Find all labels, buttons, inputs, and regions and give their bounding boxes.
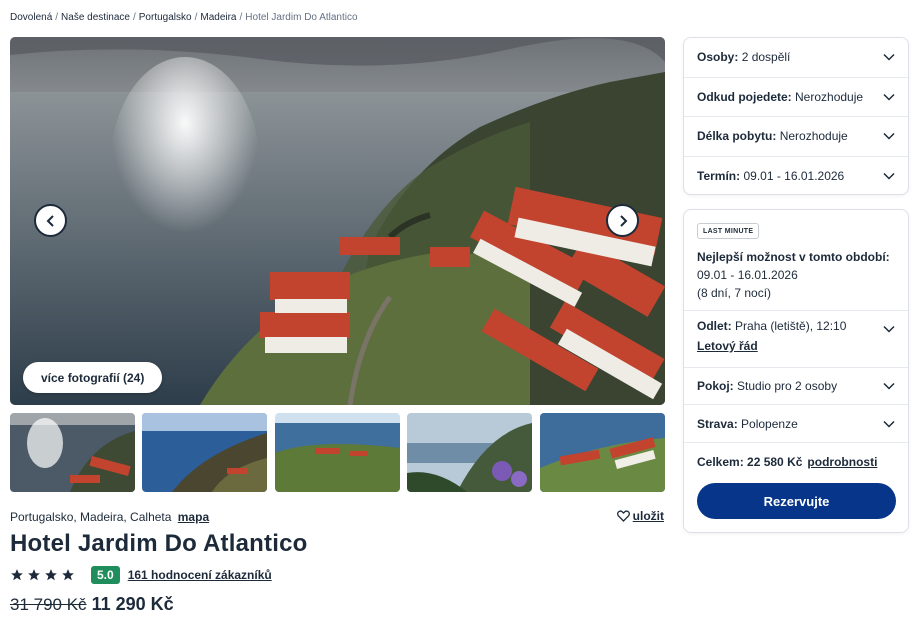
thumbnail-image [275, 413, 400, 492]
reserve-button[interactable]: Rezervujte [697, 483, 896, 519]
chevron-down-icon [883, 382, 895, 390]
breadcrumb-item-dovolena[interactable]: Dovolená [10, 12, 52, 23]
board-value: Polopenze [741, 416, 798, 431]
thumbnail[interactable] [407, 413, 532, 492]
current-price: 11 290 Kč [91, 594, 174, 614]
thumbnail[interactable] [540, 413, 665, 492]
gallery-next-button[interactable] [606, 204, 639, 237]
location-text: Portugalsko, Madeira, Calheta [10, 510, 172, 524]
chevron-down-icon [883, 54, 895, 61]
total-value: 22 580 Kč [747, 455, 803, 469]
thumbnail-image [540, 413, 665, 492]
last-minute-badge: LAST MINUTE [697, 223, 760, 239]
board-label: Strava: [697, 416, 738, 431]
save-label: uložit [632, 509, 664, 523]
map-link[interactable]: mapa [178, 510, 209, 524]
breadcrumb-separator: / [194, 12, 198, 23]
filter-persons[interactable]: Osoby: 2 dospělí [684, 38, 908, 78]
offer-duration: (8 dní, 7 nocí) [697, 286, 772, 300]
filter-label: Osoby: [697, 50, 739, 65]
room-row[interactable]: Pokoj: Studio pro 2 osoby [684, 367, 908, 405]
offer-dates: 09.01 - 16.01.2026 [697, 268, 798, 282]
reviews-link[interactable]: 161 hodnocení zákazníků [128, 568, 272, 582]
thumbnail-image [142, 413, 267, 492]
filter-departure-from[interactable]: Odkud pojedete: Nerozhoduje [684, 78, 908, 117]
breadcrumb-separator: / [132, 12, 136, 23]
breadcrumb-separator: / [55, 12, 59, 23]
best-option: Nejlepší možnost v tomto období: 09.01 -… [697, 248, 902, 302]
chevron-down-icon [883, 420, 895, 428]
board-row[interactable]: Strava: Polopenze [684, 405, 908, 443]
thumbnail[interactable] [275, 413, 400, 492]
breadcrumb-item-madeira[interactable]: Madeira [200, 12, 236, 23]
search-filters-card: Osoby: 2 dospělí Odkud pojedete: Nerozho… [683, 37, 909, 195]
price-row: 31 790 Kč 11 290 Kč [10, 594, 174, 615]
chevron-down-icon [883, 325, 895, 333]
room-label: Pokoj: [697, 378, 734, 393]
thumbnail[interactable] [142, 413, 267, 492]
chevron-down-icon [883, 133, 895, 140]
breadcrumb-current: Hotel Jardim Do Atlantico [245, 12, 358, 23]
filter-value: Nerozhoduje [779, 129, 848, 144]
offer-card: LAST MINUTE Nejlepší možnost v tomto obd… [683, 209, 909, 533]
star-icon [11, 569, 23, 581]
thumbnail-image [407, 413, 532, 492]
chevron-right-icon [619, 214, 627, 227]
breadcrumb-item-destinace[interactable]: Naše destinace [61, 12, 130, 23]
hotel-main-photo[interactable] [10, 37, 665, 405]
filter-stay-length[interactable]: Délka pobytu: Nerozhoduje [684, 117, 908, 157]
departure-label: Odlet: [697, 319, 732, 333]
score-badge: 5.0 [91, 566, 120, 584]
filter-label: Odkud pojedete: [697, 89, 792, 104]
hotel-stars [10, 568, 75, 582]
filter-value: Nerozhoduje [795, 89, 864, 104]
breadcrumb-separator: / [239, 12, 243, 23]
departure-row[interactable]: Odlet: Praha (letiště), 12:10 Letový řád [697, 319, 895, 353]
room-value: Studio pro 2 osoby [737, 378, 838, 393]
details-link[interactable]: podrobnosti [807, 455, 877, 469]
total-price: Celkem: 22 580 Kč podrobnosti [697, 455, 877, 469]
more-photos-button[interactable]: více fotografií (24) [23, 362, 163, 393]
hotel-photo-image [10, 37, 665, 405]
rating-row: 5.0 161 hodnocení zákazníků [10, 566, 272, 584]
old-price: 31 790 Kč [10, 595, 87, 614]
filter-label: Délka pobytu: [697, 129, 777, 144]
chevron-down-icon [883, 173, 895, 180]
divider [684, 310, 908, 311]
flight-schedule-link[interactable]: Letový řád [697, 339, 895, 353]
breadcrumb-item-portugalsko[interactable]: Portugalsko [139, 12, 192, 23]
filter-date[interactable]: Termín: 09.01 - 16.01.2026 [684, 157, 908, 197]
save-button[interactable]: uložit [616, 509, 664, 523]
best-option-heading: Nejlepší možnost v tomto období: [697, 250, 890, 264]
thumbnail[interactable] [10, 413, 135, 492]
chevron-down-icon [883, 93, 895, 101]
gallery-prev-button[interactable] [34, 204, 67, 237]
breadcrumb: Dovolená / Naše destinace / Portugalsko / Made… [10, 12, 358, 23]
chevron-left-icon [46, 214, 54, 227]
star-icon [62, 569, 74, 581]
filter-value: 09.01 - 16.01.2026 [743, 169, 845, 184]
hotel-location: Portugalsko, Madeira, Calheta mapa [10, 510, 209, 524]
filter-value: 2 dospělí [741, 50, 791, 65]
star-icon [28, 569, 40, 581]
thumbnail-strip [10, 413, 665, 492]
filter-label: Termín: [697, 169, 741, 184]
heart-icon [616, 510, 630, 522]
total-label: Celkem: [697, 455, 744, 469]
thumbnail-image [10, 413, 135, 492]
departure-value: Praha (letiště), 12:10 [735, 319, 847, 333]
star-icon [45, 569, 57, 581]
hotel-name: Hotel Jardim Do Atlantico [10, 530, 308, 557]
